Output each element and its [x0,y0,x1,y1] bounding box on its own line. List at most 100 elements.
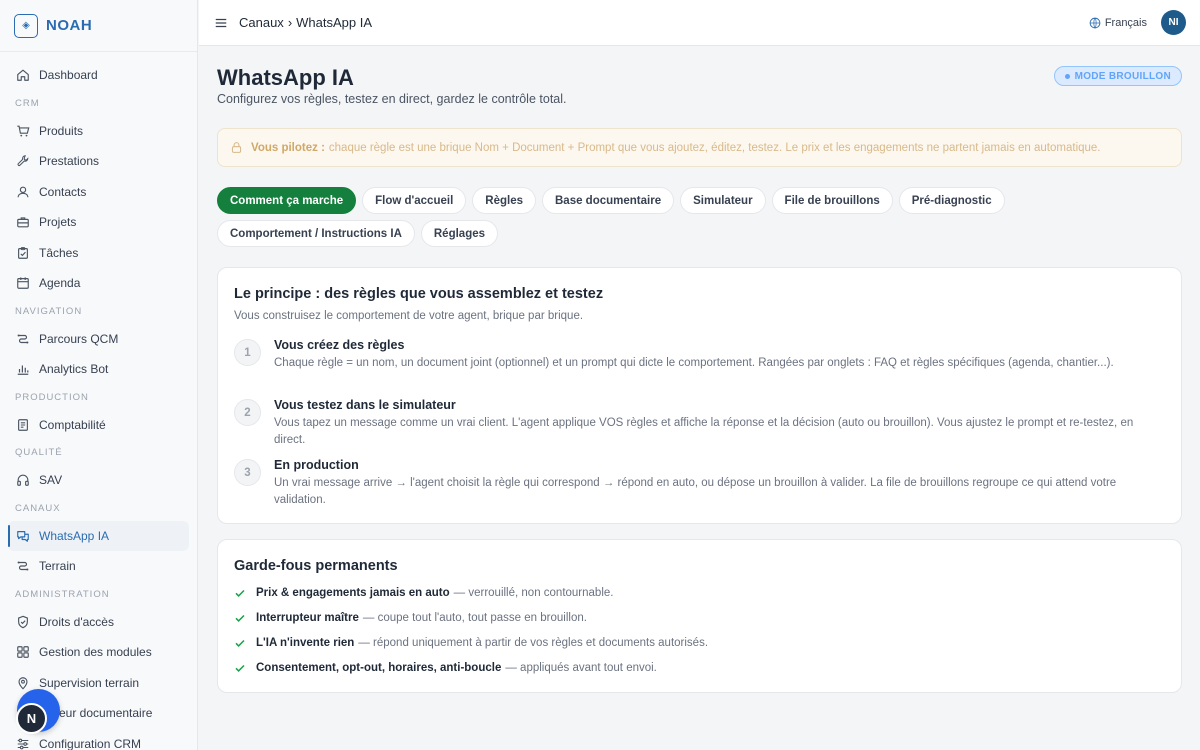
sidebar-item-label: Terrain [39,559,76,574]
step-description: Vous tapez un message comme un vrai clie… [274,417,1134,446]
chat-icon [16,529,30,543]
sidebar-section-label: CRM [15,97,40,109]
sidebar-item-gestion-des-modules[interactable]: Gestion des modules [0,637,197,668]
sidebar-section-label: CANAUX [15,502,61,514]
sidebar-item-contacts[interactable]: Contacts [0,177,197,208]
sidebar-item-label: Supervision terrain [39,675,140,690]
guardrail-item: Prix & engagements jamais en auto — verro… [234,587,613,599]
grid-icon [16,645,30,659]
principle-card: Le principe : des règles que vous assemb… [217,267,1182,524]
guardrail-text: — verrouillé, non contournable. [453,587,614,599]
sidebar-item-comptabilite[interactable]: Comptabilité [0,410,197,441]
language-label: Français [1104,16,1147,29]
sidebar-item-dashboard[interactable]: Dashboard [0,60,197,91]
sidebar-item-label: Comptabilité [39,417,106,432]
page-subtitle: Configurez vos règles, testez en direct,… [217,92,567,106]
sidebar-item-label: Dashboard [39,68,98,83]
sidebar-item-projets[interactable]: Projets [0,207,197,238]
guardrail-text: — coupe tout l'auto, tout passe en broui… [362,612,587,624]
tab-simulateur[interactable]: Simulateur [680,187,766,214]
sidebar-item-label: Droits d'accès [39,614,114,629]
guardrail-bold: Consentement, opt-out, horaires, anti-bo… [256,662,502,674]
check-icon [235,614,245,622]
globe-icon [1089,17,1101,28]
tab-file-de-brouillons[interactable]: File de brouillons [771,187,893,214]
sidebar-item-label: Projets [39,215,77,230]
step-title: Vous testez dans le simulateur [274,398,456,412]
sidebar-section-label: QUALITÉ [15,447,63,458]
map-pin-icon [16,676,30,690]
clipboard-icon [16,246,30,260]
sidebar-section-label: NAVIGATION [15,305,83,317]
language-selector[interactable]: Français [1089,17,1147,29]
principle-subtitle: Vous construisez le comportement de votr… [234,310,584,322]
tab-regles[interactable]: Règles [472,187,536,214]
principle-title: Le principe : des règles que vous assemb… [234,286,604,302]
tab-reglages[interactable]: Réglages [420,220,499,247]
guardrail-bold: Interrupteur maître [256,612,359,624]
alert-text: chaque règle est une brique Nom + Docume… [328,141,1101,154]
bar-chart-icon [16,362,30,376]
sidebar-item-label: WhatsApp IA [39,528,110,543]
guardrails-card: Garde-fous permanents Prix & engagements… [217,539,1182,693]
sidebar-item-whatsapp-ia[interactable]: WhatsApp IA [8,520,189,551]
sidebar-item-sav[interactable]: SAV [0,465,197,496]
lock-icon [231,142,242,153]
principle-step: 2 Vous testez dans le simulateur Vous tape… [234,398,1165,448]
sidebar-item-label: SAV [39,473,63,488]
sidebar-item-droits-d-acces[interactable]: Droits d'accès [0,607,197,638]
step-description: Chaque règle = un nom, un document joint… [274,357,1114,369]
user-icon [16,185,30,199]
route-icon [16,559,30,573]
ledger-icon [16,418,30,432]
logo-icon: ◈ [14,13,38,38]
breadcrumb-item-current: WhatsApp IA [296,15,373,30]
sidebar-item-label: Configuration CRM [39,736,142,750]
menu-icon[interactable] [213,15,229,31]
guardrail-bold: Prix & engagements jamais en auto [256,587,450,599]
shield-icon [16,615,30,629]
guardrail-item: Consentement, opt-out, horaires, anti-bo… [234,662,657,674]
principle-step: 3 En production Un vrai message arrive → l… [234,458,1165,508]
home-icon [16,68,30,82]
sidebar-item-prestations[interactable]: Prestations [0,146,197,177]
sidebar-item-produits[interactable]: Produits [0,116,197,147]
tab-comment-ca-marche[interactable]: Comment ça marche [217,187,357,214]
breadcrumb-item-canaux[interactable]: Canaux [239,15,284,30]
sidebar-item-analytics-bot[interactable]: Analytics Bot [0,354,197,385]
guardrail-item: L'IA n'invente rien — répond uniquement à… [234,637,708,649]
assistant-button[interactable]: N [16,703,47,734]
sidebar-item-label: Analytics Bot [39,362,109,377]
sidebar-item-taches[interactable]: Tâches [0,238,197,269]
sidebar-item-parcours-qcm[interactable]: Parcours QCM [0,324,197,355]
headphones-icon [16,473,30,487]
sidebar-section-label: ADMINISTRATION [15,588,110,600]
sidebar-item-label: Contacts [39,184,87,199]
breadcrumb-separator: › [287,15,293,30]
sidebar-item-agenda[interactable]: Agenda [0,268,197,299]
route-icon [16,332,30,346]
info-alert: Vous pilotez : chaque règle est une briq… [217,128,1182,167]
step-title: En production [274,458,359,472]
brand[interactable]: ◈ NOAH [0,0,197,52]
status-dot-icon [1064,73,1070,79]
tab-bar: Comment ça marche Flow d'accueil Règles Bas… [217,187,1182,247]
guardrail-bold: L'IA n'invente rien [256,637,355,649]
sidebar-item-label: Gestion des modules [39,645,152,660]
guardrails-title: Garde-fous permanents [234,558,398,574]
sidebar: ◈ NOAH Dashboard CRM Produits Prestations Co… [0,0,198,750]
sidebar-item-terrain[interactable]: Terrain [0,551,197,582]
guardrail-text: — appliqués avant tout envoi. [505,662,657,674]
tab-comportement-instructions-ia[interactable]: Comportement / Instructions IA [217,220,415,247]
cart-icon [16,124,30,138]
avatar[interactable]: NI [1161,10,1186,35]
wrench-icon [16,154,30,168]
sidebar-nav: Dashboard CRM Produits Prestations Contacts P… [0,52,197,750]
breadcrumb: Canaux › WhatsApp IA [239,15,372,30]
guardrail-item: Interrupteur maître — coupe tout l'auto, … [234,612,587,624]
sidebar-item-label: Parcours QCM [39,331,119,346]
tab-pre-diagnostic[interactable]: Pré-diagnostic [898,187,1005,214]
mode-badge: MODE BROUILLON [1053,66,1182,86]
tab-flow-d-accueil[interactable]: Flow d'accueil [362,187,467,214]
tab-base-documentaire[interactable]: Base documentaire [542,187,675,214]
